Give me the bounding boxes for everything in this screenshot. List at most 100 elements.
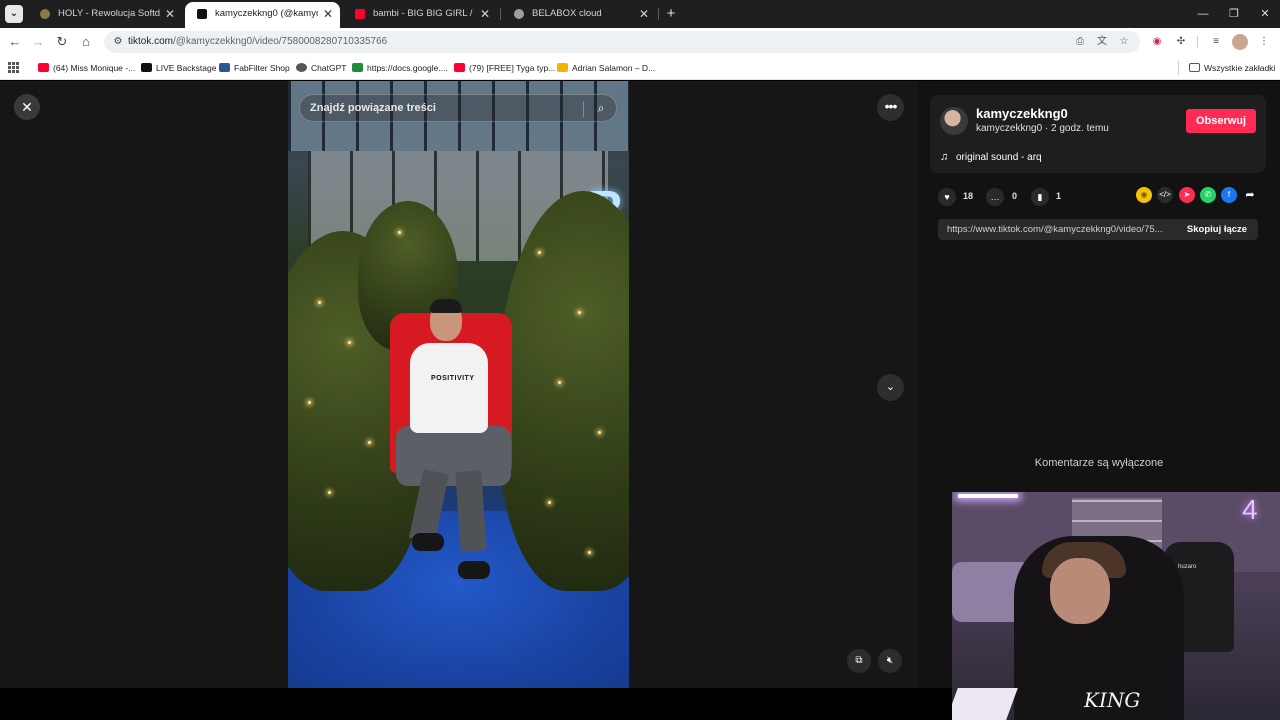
video-scene-shoe: [412, 533, 444, 551]
reading-list-icon[interactable]: ≡: [1208, 34, 1224, 50]
folder-icon: [1189, 63, 1200, 72]
tab-bambi[interactable]: bambi - BIG BIG GIRL / KARATE ✕: [343, 2, 497, 26]
send-icon[interactable]: ➤: [1179, 187, 1195, 203]
share-link-url[interactable]: https://www.tiktok.com/@kamyczekkng0/vid…: [947, 219, 1175, 240]
next-video-chevron-down-icon[interactable]: ⌄: [877, 374, 904, 401]
save-count: 1: [1056, 191, 1062, 201]
post-actions: ♥ 18 … 0 ▮ 1 ◉ </> ➤ ✆ f ➦: [938, 187, 1258, 207]
bookmark-fabfilter[interactable]: FabFilter Shop: [219, 60, 290, 76]
share-link-box: https://www.tiktok.com/@kamyczekkng0/vid…: [938, 219, 1258, 240]
tab-belabox[interactable]: BELABOX cloud ✕: [502, 2, 656, 26]
tab-divider: [500, 8, 501, 20]
home-icon[interactable]: ⌂: [77, 33, 95, 51]
webcam-person-face: [1050, 558, 1110, 624]
video-scene-light: [578, 311, 581, 314]
like-count: 18: [963, 191, 974, 201]
install-app-icon[interactable]: ⎙: [1072, 34, 1088, 50]
video-scene-light: [368, 441, 371, 444]
follow-button[interactable]: Obserwuj: [1186, 109, 1256, 133]
tab-label: kamyczekkng0 (@kamyczekkng0: [215, 8, 318, 19]
comments-disabled-text: Komentarze są wyłączone: [1034, 457, 1164, 469]
webcam-desk: [952, 688, 1018, 720]
back-icon[interactable]: ←: [6, 33, 24, 51]
bookmark-adrian-salamon[interactable]: Adrian Salamon – D...: [557, 60, 655, 76]
bookmark-save-icon[interactable]: ▮: [1031, 188, 1049, 206]
reload-icon[interactable]: ↻: [53, 33, 71, 51]
tab-divider: [658, 8, 659, 20]
bookmark-miss-monique[interactable]: (64) Miss Monique -...: [38, 60, 135, 76]
sound-link[interactable]: original sound - arq: [956, 152, 1042, 163]
chatgpt-icon: [296, 63, 307, 72]
holy-favicon-icon: [40, 9, 50, 19]
facebook-icon[interactable]: f: [1221, 187, 1237, 203]
bookmark-label: https://docs.google....: [367, 63, 448, 73]
video-scene-person-shin: [455, 470, 487, 552]
tab-search-menu-icon[interactable]: ⌄: [5, 5, 23, 23]
new-tab-icon[interactable]: +: [664, 4, 678, 24]
site-info-icon[interactable]: ⚙: [111, 35, 125, 49]
translate-icon[interactable]: 文: [1094, 34, 1110, 50]
post-info-card: kamyczekkng0 kamyczekkng0 · 2 godz. temu…: [930, 95, 1266, 173]
tab-tiktok[interactable]: kamyczekkng0 (@kamyczekkng0 ✕: [185, 2, 340, 28]
video-scene-light: [538, 251, 541, 254]
webcam-chair-label: huzaro: [1178, 564, 1197, 570]
tab-label: BELABOX cloud: [532, 8, 602, 19]
copy-link-button[interactable]: Skopiuj łącze: [1176, 219, 1258, 240]
mute-icon[interactable]: 🔇︎: [878, 649, 902, 673]
related-search-input[interactable]: Znajdź powiązane treści ⌕: [299, 94, 617, 122]
tiktok-icon: [141, 63, 152, 72]
tab-close-icon[interactable]: ✕: [322, 2, 334, 26]
bookmarks-bar: (64) Miss Monique -... LIVE Backstage Fa…: [0, 56, 1280, 80]
address-bar[interactable]: ⚙ tiktok.com/@kamyczekkng0/video/7580008…: [104, 31, 1140, 53]
youtube-icon: [454, 63, 465, 72]
comment-bubble-icon[interactable]: …: [986, 188, 1004, 206]
minimize-icon[interactable]: —: [1188, 4, 1218, 24]
search-icon[interactable]: ⌕: [593, 100, 609, 116]
video-scene-person-legs: [396, 426, 511, 486]
avatar[interactable]: [940, 107, 968, 135]
bookmark-star-icon[interactable]: ☆: [1116, 34, 1132, 50]
tab-close-icon[interactable]: ✕: [479, 2, 491, 26]
tab-close-icon[interactable]: ✕: [164, 2, 176, 26]
username[interactable]: kamyczekkng0: [976, 106, 1068, 121]
floating-player-icon[interactable]: ⧉: [847, 649, 871, 673]
webcam-ceiling-light: [958, 494, 1018, 498]
share-arrow-icon[interactable]: ➦: [1242, 187, 1258, 203]
url-text: tiktok.com/@kamyczekkng0/video/758000828…: [128, 31, 387, 53]
apps-grid-icon[interactable]: [8, 62, 19, 73]
video-player[interactable]: R POSITIVITY: [288, 81, 629, 688]
bookmark-live-backstage[interactable]: LIVE Backstage: [141, 60, 216, 76]
forward-icon[interactable]: →: [29, 33, 47, 51]
tab-label: HOLY - Rewolucja Softdrinków: [58, 8, 160, 19]
profile-avatar-icon[interactable]: [1232, 34, 1248, 50]
more-options-icon[interactable]: •••: [877, 94, 904, 121]
bookmark-google-docs[interactable]: https://docs.google....: [352, 60, 448, 76]
drive-icon: [557, 63, 568, 72]
video-scene-shoe: [458, 561, 490, 579]
all-bookmarks-folder[interactable]: Wszystkie zakładki: [1189, 60, 1275, 76]
post-meta: kamyczekkng0 · 2 godz. temu: [976, 123, 1109, 134]
tab-close-icon[interactable]: ✕: [638, 2, 650, 26]
window-close-icon[interactable]: ✕: [1250, 4, 1280, 24]
like-heart-icon[interactable]: ♥: [938, 188, 956, 206]
tab-holy[interactable]: HOLY - Rewolucja Softdrinków ✕: [28, 2, 182, 26]
bookmark-label: Adrian Salamon – D...: [572, 63, 656, 73]
extension-red-icon[interactable]: ◉: [1149, 34, 1165, 50]
bookmark-chatgpt[interactable]: ChatGPT: [296, 60, 346, 76]
restore-icon[interactable]: ❐: [1219, 4, 1249, 24]
video-scene-light: [318, 301, 321, 304]
url-host: tiktok.com: [128, 36, 174, 47]
fabfilter-icon: [219, 63, 230, 72]
all-bookmarks-label: Wszystkie zakładki: [1204, 63, 1276, 73]
youtube-icon: [38, 63, 49, 72]
bookmark-tyga[interactable]: (79) [FREE] Tyga typ...: [454, 60, 555, 76]
close-video-icon[interactable]: ✕: [14, 94, 40, 120]
whatsapp-icon[interactable]: ✆: [1200, 187, 1216, 203]
extensions-puzzle-icon[interactable]: ✣: [1173, 34, 1189, 50]
embed-code-icon[interactable]: </>: [1157, 187, 1173, 203]
toolbar-divider: [1197, 36, 1198, 48]
bookmarks-divider: [1178, 61, 1179, 75]
coin-icon[interactable]: ◉: [1136, 187, 1152, 203]
video-scene-light: [548, 501, 551, 504]
browser-menu-icon[interactable]: ⋮: [1256, 34, 1272, 50]
